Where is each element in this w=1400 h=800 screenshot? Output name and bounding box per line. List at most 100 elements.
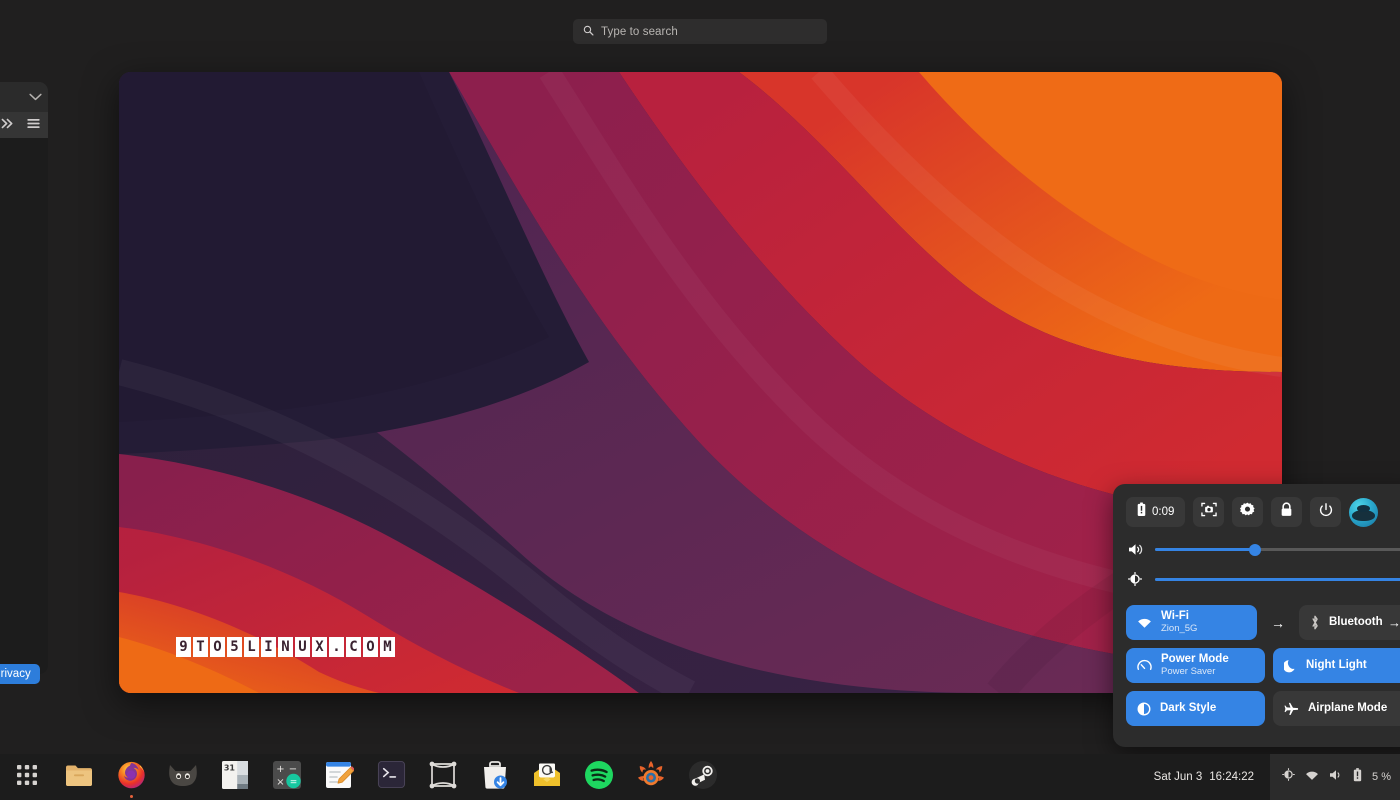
lock-icon xyxy=(1280,502,1293,522)
dock-app-list: 31 + − × = xyxy=(0,754,726,800)
window-content xyxy=(0,138,48,674)
dark-style-tile-title: Dark Style xyxy=(1160,701,1217,714)
night-light-tile-title: Night Light xyxy=(1306,658,1367,671)
dock-item-spotify[interactable] xyxy=(576,754,622,800)
quick-settings-header: 0:09 xyxy=(1126,497,1400,527)
svg-text:31: 31 xyxy=(224,763,236,772)
dock-item-steam[interactable] xyxy=(680,754,726,800)
background-window-fragment[interactable] xyxy=(0,82,48,674)
battery-status-button[interactable]: 0:09 xyxy=(1126,497,1186,527)
bluetooth-tile-title: Bluetooth xyxy=(1329,615,1383,628)
watermark-char: I xyxy=(261,637,276,657)
dock-item-boxes[interactable] xyxy=(420,754,466,800)
wifi-tile[interactable]: Wi-Fi Zion_5G xyxy=(1126,605,1257,640)
dock-item-mail[interactable] xyxy=(524,754,570,800)
airplane-mode-tile[interactable]: Airplane Mode xyxy=(1273,691,1400,726)
watermark-char: M xyxy=(380,637,395,657)
double-chevron-right-icon[interactable] xyxy=(1,116,14,134)
volume-track[interactable] xyxy=(1155,543,1400,556)
spotify-icon xyxy=(584,760,614,795)
privacy-button[interactable]: Privacy xyxy=(0,664,40,684)
boxes-icon xyxy=(428,760,458,795)
power-button[interactable] xyxy=(1310,497,1342,527)
avatar[interactable] xyxy=(1349,497,1379,527)
window-header xyxy=(0,82,48,112)
wifi-icon[interactable] xyxy=(1305,768,1319,786)
dock-item-calendar[interactable]: 31 xyxy=(212,754,258,800)
airplane-icon xyxy=(1284,702,1299,716)
window-toolbar xyxy=(0,112,48,138)
app-grid-icon xyxy=(16,764,38,791)
screenshot-button[interactable] xyxy=(1193,497,1225,527)
dock-item-calculator[interactable]: + − × = xyxy=(264,754,310,800)
terminal-icon xyxy=(377,760,406,794)
watermark-char: T xyxy=(193,637,208,657)
brightness-icon[interactable] xyxy=(1282,768,1295,786)
bluetooth-expand-arrow-icon[interactable]: → xyxy=(1388,615,1400,630)
mail-icon xyxy=(532,762,562,793)
dock-item-terminal[interactable] xyxy=(368,754,414,800)
taskbar-dock: 31 + − × = Sat Jun 3 16:24:22 5 % xyxy=(0,754,1400,800)
tile-row-connectivity: Wi-Fi Zion_5G → Bluetooth → xyxy=(1126,605,1400,640)
watermark-char: O xyxy=(210,637,225,657)
watermark-char: O xyxy=(363,637,378,657)
battery-percent-label: 5 % xyxy=(1372,771,1391,783)
svg-text:−: − xyxy=(289,764,297,775)
running-indicator xyxy=(129,795,133,798)
speedometer-icon xyxy=(1137,659,1152,673)
wifi-icon xyxy=(1137,617,1152,629)
search-input[interactable]: Type to search xyxy=(573,19,827,44)
dock-item-software[interactable] xyxy=(472,754,518,800)
watermark-char: X xyxy=(312,637,327,657)
watermark-char: L xyxy=(244,637,259,657)
clock-date: Sat Jun 3 xyxy=(1153,771,1203,783)
brightness-track[interactable] xyxy=(1155,577,1400,581)
watermark-char: 5 xyxy=(227,637,242,657)
dock-item-krita[interactable] xyxy=(628,754,674,800)
dock-item-text-editor[interactable] xyxy=(316,754,362,800)
power-mode-tile[interactable]: Power Mode Power Saver xyxy=(1126,648,1265,683)
chevron-down-icon[interactable] xyxy=(29,88,42,106)
volume-icon[interactable] xyxy=(1329,768,1343,786)
desktop-screen: Type to search Privacy xyxy=(0,0,1400,800)
hamburger-menu-icon[interactable] xyxy=(27,116,40,134)
wifi-expand-arrow-icon[interactable]: → xyxy=(1265,605,1291,640)
brightness-icon xyxy=(1126,572,1144,586)
dock-item-files[interactable] xyxy=(56,754,102,800)
svg-text:+: + xyxy=(276,764,284,775)
dock-item-firefox[interactable] xyxy=(108,754,154,800)
moon-icon xyxy=(1284,659,1297,673)
quick-settings-panel[interactable]: 0:09 Wi-Fi Zion_5G → Bluetooth → Power M… xyxy=(1113,484,1400,747)
night-light-tile[interactable]: Night Light xyxy=(1273,648,1400,683)
search-icon xyxy=(583,23,594,41)
wifi-tile-title: Wi-Fi xyxy=(1161,610,1189,623)
screenshot-icon xyxy=(1201,502,1217,522)
power-icon xyxy=(1319,502,1333,522)
files-icon xyxy=(63,759,95,796)
clock-button[interactable]: Sat Jun 3 16:24:22 xyxy=(1138,771,1270,783)
battery-time-label: 0:09 xyxy=(1152,506,1175,518)
svg-text:=: = xyxy=(290,777,298,787)
dark-style-tile[interactable]: Dark Style xyxy=(1126,691,1265,726)
battery-icon[interactable] xyxy=(1353,767,1362,787)
lock-button[interactable] xyxy=(1271,497,1303,527)
bluetooth-icon xyxy=(1310,615,1320,630)
krita-icon xyxy=(636,760,666,795)
wallpaper-window[interactable]: 9TO5LINUX.COM xyxy=(119,72,1282,693)
steam-icon xyxy=(688,760,718,795)
clock-time: 16:24:22 xyxy=(1209,771,1255,783)
system-tray[interactable]: 5 % xyxy=(1270,754,1400,800)
dock-item-mail-cat[interactable] xyxy=(160,754,206,800)
settings-button[interactable] xyxy=(1232,497,1264,527)
brightness-slider[interactable] xyxy=(1126,572,1400,586)
dock-item-show-applications[interactable] xyxy=(4,754,50,800)
quick-settings-tiles: Wi-Fi Zion_5G → Bluetooth → Power Mode P… xyxy=(1126,605,1400,726)
watermark-char: N xyxy=(278,637,293,657)
battery-icon xyxy=(1137,502,1146,522)
wallpaper-watermark: 9TO5LINUX.COM xyxy=(176,637,395,657)
bluetooth-tile[interactable]: Bluetooth → xyxy=(1299,605,1400,640)
volume-slider[interactable] xyxy=(1126,543,1400,556)
watermark-char: 9 xyxy=(176,637,191,657)
text-editor-icon xyxy=(324,760,356,795)
tile-row-power-night: Power Mode Power Saver Night Light xyxy=(1126,648,1400,683)
